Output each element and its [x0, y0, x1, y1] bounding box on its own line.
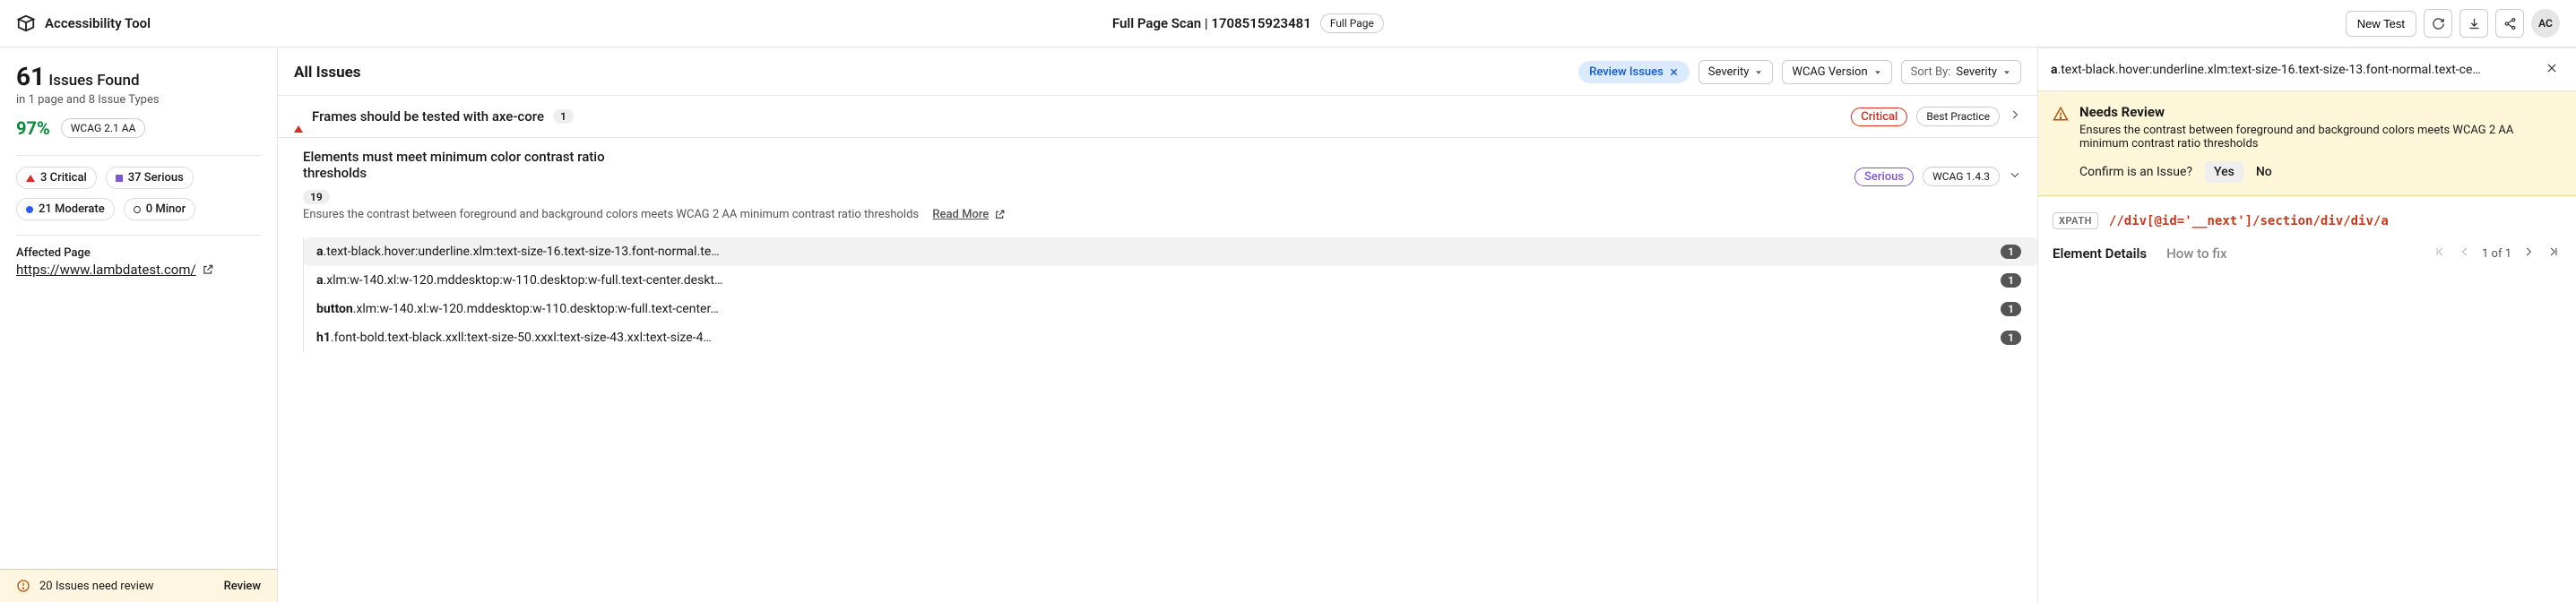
wcag-tag: WCAG 1.4.3	[1923, 167, 2000, 186]
download-button[interactable]	[2459, 9, 2488, 38]
confirm-label: Confirm is an Issue?	[2079, 165, 2192, 179]
triangle-icon	[294, 111, 303, 133]
confirm-no-button[interactable]: No	[2256, 165, 2272, 179]
severity-pill: Critical	[1851, 108, 1907, 126]
external-link-icon	[202, 263, 214, 276]
pager: 1 of 1	[2432, 245, 2562, 262]
all-issues-title: All Issues	[294, 64, 361, 82]
issues-subtitle: in 1 page and 8 Issue Types	[16, 93, 261, 107]
share-icon	[2503, 17, 2517, 30]
close-panel-button[interactable]	[2540, 59, 2563, 80]
chevron-down-icon	[2009, 168, 2021, 181]
sort-select[interactable]: Sort By: Severity	[1901, 60, 2021, 84]
share-button[interactable]	[2495, 9, 2524, 38]
circle-icon	[134, 206, 141, 213]
review-banner-text: 20 Issues need review	[39, 580, 154, 593]
issue-title: Elements must meet minimum color contras…	[303, 149, 644, 181]
pager-text: 1 of 1	[2482, 247, 2511, 261]
instance-row[interactable]: a.text-black.hover:underline.xlm:text-si…	[304, 237, 2037, 266]
review-desc: Ensures the contrast between foreground …	[2079, 124, 2562, 150]
issue-description: Ensures the contrast between foreground …	[303, 208, 2021, 221]
issue-count: 1	[553, 109, 574, 124]
needs-review-box: Needs Review Ensures the contrast betwee…	[2038, 91, 2576, 196]
instance-row[interactable]: a.xlm:w-140.xl:w-120.mddesktop:w-110.des…	[304, 266, 2037, 295]
filter-minor[interactable]: 0 Minor	[124, 198, 196, 220]
instance-count: 1	[2001, 273, 2021, 288]
chevron-down-icon	[2002, 68, 2011, 77]
chevron-down-icon	[1754, 68, 1763, 77]
instance-row[interactable]: h1.font-bold.text-black.xxll:text-size-5…	[304, 323, 2037, 352]
confirm-yes-button[interactable]: Yes	[2205, 161, 2243, 183]
scan-type-chip: Full Page	[1320, 13, 1384, 33]
avatar[interactable]: AC	[2531, 9, 2560, 38]
xpath-label: XPATH	[2053, 212, 2098, 229]
warning-triangle-icon	[2053, 106, 2069, 122]
chevron-first-icon	[2433, 245, 2446, 258]
chevron-right-icon	[2009, 108, 2021, 121]
refresh-icon	[2432, 17, 2445, 30]
xpath-value[interactable]: //div[@id='__next']/section/div/div/a	[2109, 214, 2389, 228]
affected-page-label: Affected Page	[16, 246, 261, 260]
pager-last[interactable]	[2546, 245, 2562, 262]
wcag-level-chip[interactable]: WCAG 2.1 AA	[61, 118, 146, 138]
close-icon	[2546, 62, 2558, 74]
tab-how-to-fix[interactable]: How to fix	[2166, 245, 2226, 262]
wcag-filter[interactable]: WCAG Version	[1782, 60, 1891, 84]
filter-moderate[interactable]: 21 Moderate	[16, 198, 115, 220]
read-more-link[interactable]: Read More	[932, 208, 989, 221]
wcag-tag: Best Practice	[1916, 107, 2000, 126]
warning-icon	[16, 579, 30, 593]
compliance-pct: 97%	[16, 117, 50, 139]
dot-icon	[26, 206, 33, 213]
issues-count: 61 Issues Found	[16, 62, 261, 91]
chevron-last-icon	[2547, 245, 2560, 258]
review-banner-action[interactable]: Review	[224, 580, 261, 593]
chevron-right-icon	[2522, 245, 2535, 258]
review-issues-filter[interactable]: Review Issues	[1578, 61, 1690, 83]
instance-row[interactable]: button.xlm:w-140.xl:w-120.mddesktop:w-11…	[304, 295, 2037, 323]
tab-element-details[interactable]: Element Details	[2053, 245, 2147, 262]
pager-next[interactable]	[2520, 245, 2537, 262]
close-icon[interactable]	[1669, 67, 1679, 77]
refresh-button[interactable]	[2424, 9, 2452, 38]
triangle-icon	[26, 175, 35, 182]
pager-first[interactable]	[2432, 245, 2448, 262]
instance-count: 1	[2001, 331, 2021, 345]
expand-toggle[interactable]	[2009, 108, 2021, 125]
issue-group[interactable]: Elements must meet minimum color contras…	[278, 137, 2037, 232]
chevron-down-icon	[1873, 68, 1882, 77]
filter-critical[interactable]: 3 Critical	[16, 167, 97, 189]
instance-count: 1	[2001, 302, 2021, 316]
filter-serious[interactable]: 37 Serious	[106, 167, 194, 189]
square-icon	[116, 175, 123, 182]
review-banner: 20 Issues need review Review	[0, 569, 277, 602]
chevron-left-icon	[2459, 245, 2471, 258]
issue-count: 19	[303, 190, 330, 204]
collapse-toggle[interactable]	[2009, 168, 2021, 185]
severity-pill: Serious	[1854, 168, 1914, 186]
scan-title: Full Page Scan | 1708515923481	[1112, 15, 1311, 31]
review-title: Needs Review	[2079, 104, 2562, 120]
affected-page-link[interactable]: https://www.lambdatest.com/	[16, 262, 196, 278]
pager-prev[interactable]	[2457, 245, 2473, 262]
download-icon	[2468, 17, 2481, 30]
app-title: Accessibility Tool	[45, 15, 151, 31]
external-link-icon	[994, 209, 1006, 220]
instance-count: 1	[2001, 245, 2021, 259]
issue-title: Frames should be tested with axe-core	[312, 108, 544, 125]
issue-group[interactable]: Frames should be tested with axe-core 1 …	[278, 95, 2037, 137]
new-test-button[interactable]: New Test	[2346, 11, 2416, 37]
severity-filter[interactable]: Severity	[1699, 60, 1774, 84]
logo-icon	[16, 13, 36, 33]
detail-selector: a.text-black.hover:underline.xlm:text-si…	[2051, 63, 2540, 77]
